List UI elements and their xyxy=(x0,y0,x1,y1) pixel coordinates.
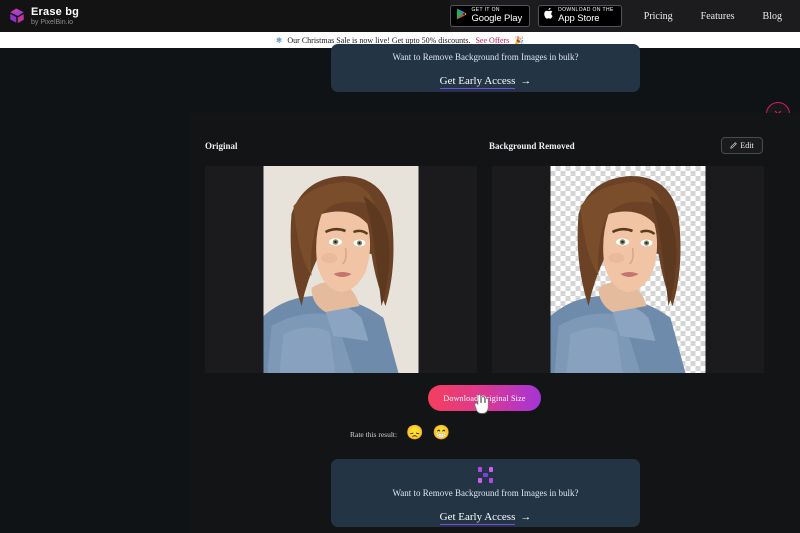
snowflake-icon: ❄ xyxy=(275,35,283,45)
edit-button-label: Edit xyxy=(740,141,754,150)
cutout-photo xyxy=(550,166,706,373)
sad-emoji[interactable]: 😞 xyxy=(406,427,423,441)
pixelbin-x-icon xyxy=(477,467,494,483)
original-image-frame xyxy=(205,166,477,373)
google-play-badge[interactable]: GET IT ON Google Play xyxy=(450,5,531,27)
edit-button[interactable]: Edit xyxy=(721,137,763,154)
nav-item-pricing[interactable]: Pricing xyxy=(630,11,687,22)
bulk-cta-bottom-link-row: Get Early Access → xyxy=(331,507,640,525)
rate-result-row: Rate this result: 😞 😁 xyxy=(0,427,800,441)
arrow-right-icon-bottom: → xyxy=(520,511,532,523)
download-original-size-button[interactable]: Download Original Size xyxy=(428,385,541,411)
original-label: Original xyxy=(205,141,238,151)
logo[interactable]: Erase bg by PixelBin.io xyxy=(0,5,80,26)
google-play-icon xyxy=(456,7,468,25)
rate-result-label: Rate this result: xyxy=(350,429,398,439)
site-header: Erase bg by PixelBin.io GET IT ON Google… xyxy=(0,0,800,32)
app-store-badge[interactable]: Download on the App Store xyxy=(538,5,622,27)
result-labels-row: Original Background Removed Edit xyxy=(190,137,800,159)
bulk-cta-top-text: Want to Remove Background from Images in… xyxy=(392,52,579,62)
get-early-access-link-top[interactable]: Get Early Access xyxy=(439,75,516,89)
app-store-label: App Store xyxy=(558,13,600,25)
app-page: Erase bg by PixelBin.io GET IT ON Google… xyxy=(0,0,800,533)
google-play-label: Google Play xyxy=(471,13,523,25)
nav-item-blog[interactable]: Blog xyxy=(749,11,796,22)
logo-title: Erase bg xyxy=(31,5,80,18)
background-removed-frame xyxy=(492,166,764,373)
pencil-icon xyxy=(730,142,738,149)
logo-text: Erase bg by PixelBin.io xyxy=(31,5,80,26)
get-early-access-link-bottom[interactable]: Get Early Access xyxy=(439,511,516,525)
download-button-label: Download Original Size xyxy=(443,393,526,403)
happy-emoji[interactable]: 😁 xyxy=(433,427,450,441)
erasebg-logo-icon xyxy=(8,7,26,25)
header-actions: GET IT ON Google Play Download on the Ap… xyxy=(450,0,800,32)
apple-icon xyxy=(544,7,554,25)
bulk-cta-bottom: Want to Remove Background from Images in… xyxy=(331,459,640,527)
bulk-cta-top: Want to Remove Background from Images in… xyxy=(331,44,640,92)
logo-subtitle: by PixelBin.io xyxy=(31,18,74,26)
background-removed-label: Background Removed xyxy=(489,141,575,151)
bulk-cta-bottom-text: Want to Remove Background from Images in… xyxy=(392,488,579,498)
bulk-cta-top-link-row: Get Early Access → xyxy=(331,71,640,89)
nav-item-features[interactable]: Features xyxy=(687,11,749,22)
arrow-right-icon: → xyxy=(520,75,532,87)
original-photo xyxy=(263,166,419,373)
